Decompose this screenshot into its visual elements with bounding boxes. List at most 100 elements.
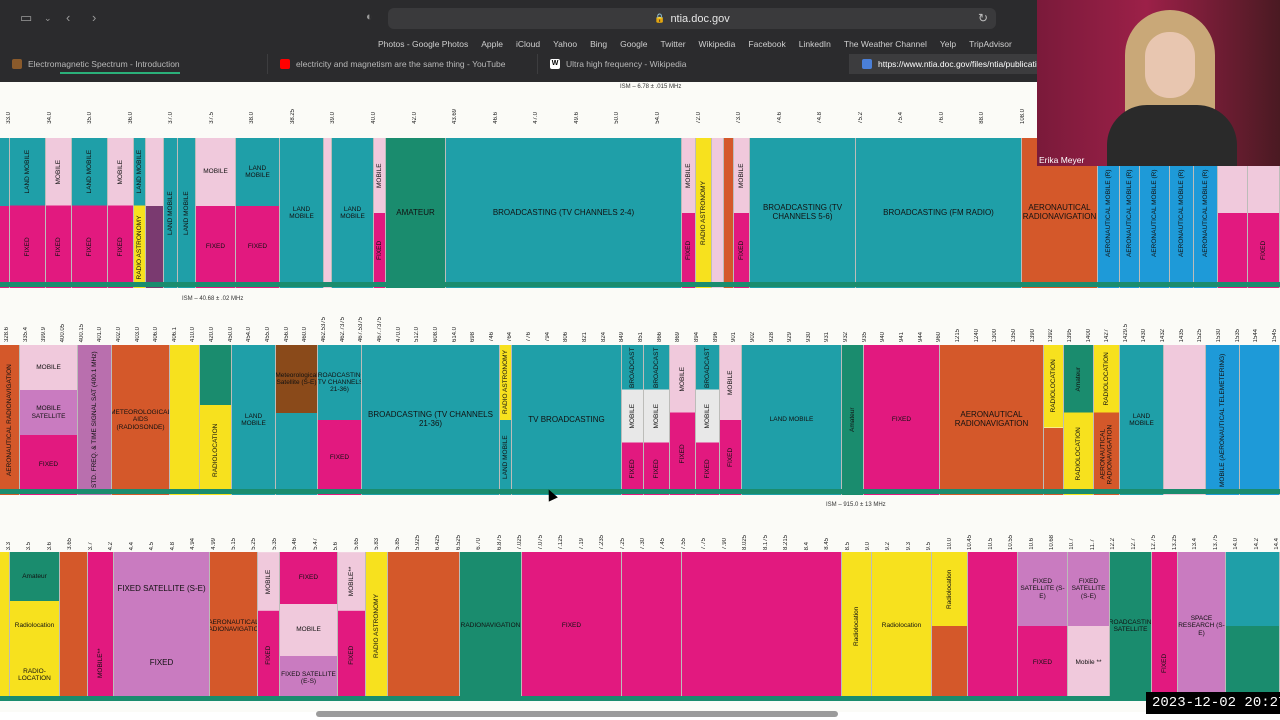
favorite-link[interactable]: Yahoo: [553, 39, 577, 49]
allocation-service: BROADCAST: [696, 345, 719, 390]
frequency-label: 39.0: [330, 112, 336, 124]
allocation-block: AMATEUR: [386, 138, 446, 288]
allocation-service: MOBILE: [46, 138, 71, 206]
favorite-link[interactable]: Photos - Google Photos: [378, 39, 468, 49]
allocation-service: LAND MOBILE: [742, 345, 841, 495]
recording-timestamp: 2023-12-02 20:27: [1146, 692, 1280, 714]
allocation-block: AERONAUTICAL RADIONAVIGATION: [940, 345, 1044, 495]
allocation-service: [200, 345, 231, 405]
spectrum-band-row2: AERONAUTICAL RADIONAVIGATION MOBILE MOBILE…: [0, 345, 1280, 495]
favorite-link[interactable]: LinkedIn: [799, 39, 831, 49]
frequency-label: 794: [545, 331, 551, 342]
favorite-link[interactable]: Facebook: [748, 39, 785, 49]
allocation-block: AERONAUTICAL RADIONAVIGATION: [210, 552, 258, 700]
frequency-label: 10.68: [1049, 534, 1055, 550]
frequency-label: 74.6: [777, 112, 783, 124]
favorite-link[interactable]: The Weather Channel: [844, 39, 927, 49]
allocation-service: BROADCASTING SATELLITE: [1110, 552, 1151, 700]
frequency-label: 8.4: [804, 541, 810, 550]
allocation-service: MOBILE: [670, 345, 695, 413]
frequency-label: 3.6: [47, 541, 53, 550]
frequency-label: 5.6: [333, 541, 339, 550]
reload-icon[interactable]: ↻: [978, 11, 988, 25]
allocation-block: Radiolocation: [842, 552, 872, 700]
allocation-service: FIXED: [1248, 213, 1279, 288]
frequency-label: 932: [843, 331, 849, 342]
allocation-block: BROADCASTING (TV CHANNELS 21-36)FIXED: [318, 345, 362, 495]
allocation-service: FIXED: [734, 213, 749, 288]
favorite-link[interactable]: Apple: [481, 39, 503, 49]
allocation-service: FIXED: [10, 205, 45, 288]
horizontal-scrollbar[interactable]: [316, 711, 838, 717]
allocation-service: [1152, 552, 1177, 626]
favorite-link[interactable]: TripAdvisor: [969, 39, 1012, 49]
allocation-block: BROADCASTING (TV CHANNELS 2-4): [446, 138, 682, 288]
allocation-service: STD. FREQ. & TIME SIGNAL SAT (400.1 MHz): [78, 345, 111, 495]
allocation-service: LAND MOBILE: [72, 138, 107, 206]
favorite-link[interactable]: Wikipedia: [699, 39, 736, 49]
allocation-service: MOBILE: [622, 390, 643, 443]
frequency-label: 8.175: [763, 534, 769, 550]
allocation-block: MOBILE**: [88, 552, 114, 700]
allocation-block: LAND MOBILE FIXED: [10, 138, 46, 288]
frequency-label: 1429.5: [1123, 323, 1129, 342]
presenter-name: Erika Meyer: [1039, 155, 1085, 165]
frequency-label: 401.0: [97, 326, 103, 342]
frequency-label: 3.5: [26, 541, 32, 550]
allocation-service: FIXED: [108, 205, 133, 288]
frequency-label: 5.25: [251, 538, 257, 550]
frequency-label: 88.0: [979, 112, 985, 124]
allocation-service: LAND MOBILE: [280, 138, 323, 288]
allocation-service: FIXED: [318, 420, 361, 495]
chevron-down-icon[interactable]: ⌄: [44, 13, 52, 24]
frequency-label: 6.425: [435, 534, 441, 550]
allocation-block: [146, 138, 164, 288]
frequency-label: 10.7: [1069, 538, 1075, 550]
allocation-service: [60, 552, 87, 700]
frequency-label: 9.2: [885, 541, 891, 550]
frequency-label: 13.75: [1213, 534, 1219, 550]
allocation-service: RADIO ASTRONOMY: [696, 138, 711, 288]
browser-tab[interactable]: electricity and magnetism are the same t…: [268, 54, 538, 74]
frequency-label: 400.05: [60, 323, 66, 342]
frequency-label: 455.0: [265, 326, 271, 342]
sidebar-toggle-icon[interactable]: ▭: [20, 10, 32, 26]
favorite-link[interactable]: Twitter: [661, 39, 686, 49]
allocation-service: LAND MOBILE: [178, 138, 195, 288]
shield-icon[interactable]: ◐: [366, 11, 373, 23]
url-text: ntia.doc.gov: [670, 12, 730, 25]
allocation-block: [724, 138, 734, 288]
allocation-service: FIXED: [720, 420, 741, 495]
frequency-label: 7.30: [640, 538, 646, 550]
frequency-label: 7.45: [660, 538, 666, 550]
frequency-label: 5.47: [313, 538, 319, 550]
frequency-label: 1215: [955, 328, 961, 342]
page-icon: [12, 59, 22, 69]
allocation-block: LAND MOBILE: [164, 138, 178, 288]
forward-icon[interactable]: ›: [92, 10, 96, 25]
allocation-service: LAND MOBILE: [236, 138, 279, 206]
allocation-block: MOBILE FIXED: [720, 345, 742, 495]
allocation-service: FIXED: [696, 442, 719, 495]
browser-tab[interactable]: W Ultra high frequency - Wikipedia: [538, 54, 850, 74]
allocation-service: FIXED: [114, 626, 209, 700]
tab-label: Electromagnetic Spectrum - Introduction: [28, 59, 180, 69]
favorite-link[interactable]: Yelp: [940, 39, 956, 49]
frequency-label: 10.6: [1029, 538, 1035, 550]
allocation-service: RADIOLOCATION: [1044, 345, 1063, 428]
favorite-link[interactable]: Bing: [590, 39, 607, 49]
back-icon[interactable]: ‹: [66, 10, 70, 25]
allocation-block: MOBILE FIXED: [670, 345, 696, 495]
favorite-link[interactable]: Google: [620, 39, 647, 49]
allocation-block: Amateur Radiolocation RADIO-LOCATION: [10, 552, 60, 700]
allocation-block: BROADCAST MOBILE FIXED: [696, 345, 720, 495]
frequency-label: 1432: [1160, 328, 1166, 342]
allocation-block: RADIO ASTRONOMY: [696, 138, 712, 288]
browser-tab[interactable]: Electromagnetic Spectrum - Introduction: [0, 54, 268, 74]
frequency-label: 746: [489, 331, 495, 342]
favorite-link[interactable]: iCloud: [516, 39, 540, 49]
address-bar[interactable]: 🔒 ntia.doc.gov ↻: [388, 8, 996, 29]
allocation-block: Amateur: [842, 345, 864, 495]
allocation-service: FIXED: [1152, 626, 1177, 700]
frequency-label: 38.25: [290, 108, 296, 124]
